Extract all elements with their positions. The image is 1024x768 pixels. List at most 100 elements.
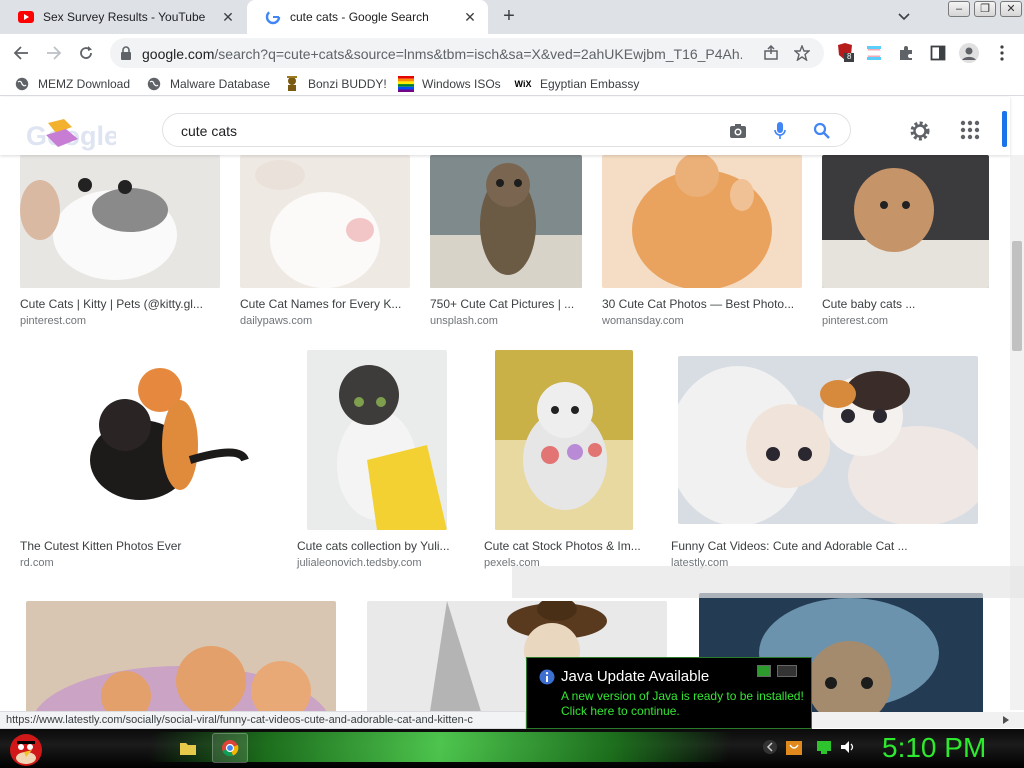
back-button[interactable] — [9, 41, 33, 65]
globe-icon — [14, 76, 30, 92]
result-thumbnail[interactable] — [20, 155, 220, 288]
sign-in-button[interactable] — [1002, 111, 1007, 147]
java-tray-icon[interactable] — [786, 739, 802, 755]
browser-toolbar: google.com/search?q=cute+cats&source=lnm… — [0, 34, 1024, 72]
extension-shield-icon[interactable]: 8 — [835, 43, 855, 63]
bookmarks-bar: MEMZ Download Malware Database Bonzi BUD… — [0, 72, 1024, 96]
url-text[interactable]: google.com/search?q=cute+cats&source=lnm… — [142, 46, 742, 62]
google-header: Google cute cats — [0, 97, 1010, 155]
bookmark-star-button[interactable] — [793, 44, 811, 62]
forward-button[interactable] — [42, 41, 66, 65]
scrollbar-thumb[interactable] — [1012, 241, 1022, 351]
result-title[interactable]: Funny Cat Videos: Cute and Adorable Cat … — [671, 539, 989, 553]
chrome-icon — [222, 740, 239, 757]
puzzle-extensions-icon[interactable] — [896, 43, 916, 63]
extension-flag-icon[interactable] — [864, 43, 884, 63]
result-thumbnail[interactable] — [495, 350, 633, 530]
close-window-button[interactable]: ✕ — [1000, 1, 1022, 17]
bookmark-malware-database[interactable]: Malware Database — [146, 76, 270, 92]
tab-title: Sex Survey Results - YouTube — [43, 10, 206, 24]
tab-google[interactable]: cute cats - Google Search ✕ — [247, 0, 488, 34]
result-thumbnail[interactable] — [430, 155, 582, 288]
bookmark-memz[interactable]: MEMZ Download — [14, 76, 130, 92]
bookmark-bonzi-buddy[interactable]: Bonzi BUDDY! — [284, 76, 387, 92]
result-thumbnail[interactable] — [678, 356, 978, 524]
file-explorer-taskbar-button[interactable] — [170, 733, 206, 763]
result-site: womansday.com — [602, 315, 684, 327]
link-status-bubble: https://www.latestly.com/socially/social… — [0, 711, 526, 729]
java-popup-close-button[interactable] — [777, 665, 797, 677]
bookmark-windows-isos[interactable]: Windows ISOs — [398, 76, 501, 92]
lock-icon[interactable] — [120, 46, 132, 60]
java-popup-link[interactable]: Click here to continue. — [561, 704, 680, 718]
close-tab-icon[interactable]: ✕ — [462, 9, 478, 25]
microphone-icon[interactable] — [771, 122, 789, 140]
side-panel-icon[interactable] — [928, 43, 948, 63]
chrome-taskbar-button[interactable] — [212, 733, 248, 763]
start-button-angry-bird-icon[interactable] — [6, 730, 46, 768]
google-g-icon — [265, 9, 281, 25]
wix-icon: WiX — [514, 79, 532, 89]
result-title[interactable]: Cute Cats | Kitty | Pets (@kitty.gl... — [20, 297, 216, 311]
bookmark-label: Windows ISOs — [422, 77, 501, 91]
java-popup-icon[interactable] — [757, 665, 771, 677]
volume-tray-icon[interactable] — [840, 739, 856, 755]
result-thumbnail[interactable] — [822, 155, 989, 288]
folder-icon — [180, 743, 196, 755]
taskbar: 5:10 PM — [0, 729, 1024, 768]
new-tab-button[interactable]: + — [498, 6, 520, 28]
java-popup-message[interactable]: A new version of Java is ready to be ins… — [561, 689, 804, 703]
reload-icon — [80, 46, 92, 59]
result-title[interactable]: The Cutest Kitten Photos Ever — [20, 539, 268, 553]
result-site: dailypaws.com — [240, 315, 313, 327]
forward-arrow-icon — [47, 46, 62, 60]
camera-icon[interactable] — [729, 122, 747, 140]
reload-button[interactable] — [74, 41, 98, 65]
search-box[interactable]: cute cats — [162, 113, 851, 147]
globe-icon — [146, 76, 162, 92]
taskbar-clock[interactable]: 5:10 PM — [882, 732, 986, 764]
tab-strip: Sex Survey Results - YouTube ✕ cute cats… — [0, 0, 1024, 34]
java-update-popup[interactable]: Java Update Available A new version of J… — [526, 657, 812, 729]
result-thumbnail[interactable] — [307, 350, 447, 530]
browser-menu-icon[interactable] — [992, 43, 1012, 63]
result-site: rd.com — [20, 557, 54, 569]
extension-badge: 8 — [847, 52, 852, 61]
result-title[interactable]: Cute Cat Names for Every K... — [240, 297, 406, 311]
tab-search-chevron-icon[interactable] — [896, 9, 912, 25]
fading-tooltip-overlay — [512, 566, 1024, 598]
result-thumbnail[interactable] — [240, 155, 410, 288]
result-thumbnail[interactable] — [20, 350, 272, 530]
profile-avatar-icon[interactable] — [959, 43, 979, 63]
share-button[interactable] — [762, 44, 780, 62]
result-title[interactable]: Cute baby cats ... — [822, 297, 982, 311]
network-tray-icon[interactable] — [816, 739, 832, 755]
result-thumbnail[interactable] — [602, 155, 802, 288]
tab-title: cute cats - Google Search — [290, 10, 429, 24]
scroll-right-arrow-icon[interactable] — [1002, 716, 1010, 724]
result-title[interactable]: 30 Cute Cat Photos — Best Photo... — [602, 297, 798, 311]
google-doodle-logo[interactable]: Google — [26, 117, 116, 151]
result-title[interactable]: 750+ Cute Cat Pictures | ... — [430, 297, 580, 311]
desktop: Sex Survey Results - YouTube ✕ cute cats… — [0, 0, 1024, 768]
search-input[interactable]: cute cats — [181, 123, 237, 139]
search-icon[interactable] — [813, 122, 831, 140]
result-site: pinterest.com — [822, 315, 889, 327]
result-site: pinterest.com — [20, 315, 87, 327]
java-popup-title: Java Update Available — [561, 668, 710, 685]
minimize-button[interactable]: – — [948, 1, 970, 17]
address-bar[interactable]: google.com/search?q=cute+cats&source=lnm… — [110, 38, 824, 68]
settings-gear-icon[interactable] — [908, 119, 932, 143]
youtube-icon — [18, 9, 34, 25]
tab-youtube[interactable]: Sex Survey Results - YouTube ✕ — [0, 0, 246, 34]
vertical-scrollbar[interactable] — [1010, 155, 1024, 710]
close-tab-icon[interactable]: ✕ — [220, 9, 236, 25]
result-title[interactable]: Cute cats collection by Yuli... — [297, 539, 457, 553]
google-apps-icon[interactable] — [960, 120, 980, 140]
bookmark-label: Egyptian Embassy — [540, 77, 640, 91]
maximize-button[interactable]: ❐ — [974, 1, 996, 17]
bookmark-egyptian-embassy[interactable]: WiX Egyptian Embassy — [514, 76, 640, 92]
show-hidden-icons-icon[interactable] — [762, 739, 778, 755]
result-title[interactable]: Cute cat Stock Photos & Im... — [484, 539, 648, 553]
url-path: /search?q=cute+cats&source=lnms&tbm=isch… — [214, 46, 742, 62]
